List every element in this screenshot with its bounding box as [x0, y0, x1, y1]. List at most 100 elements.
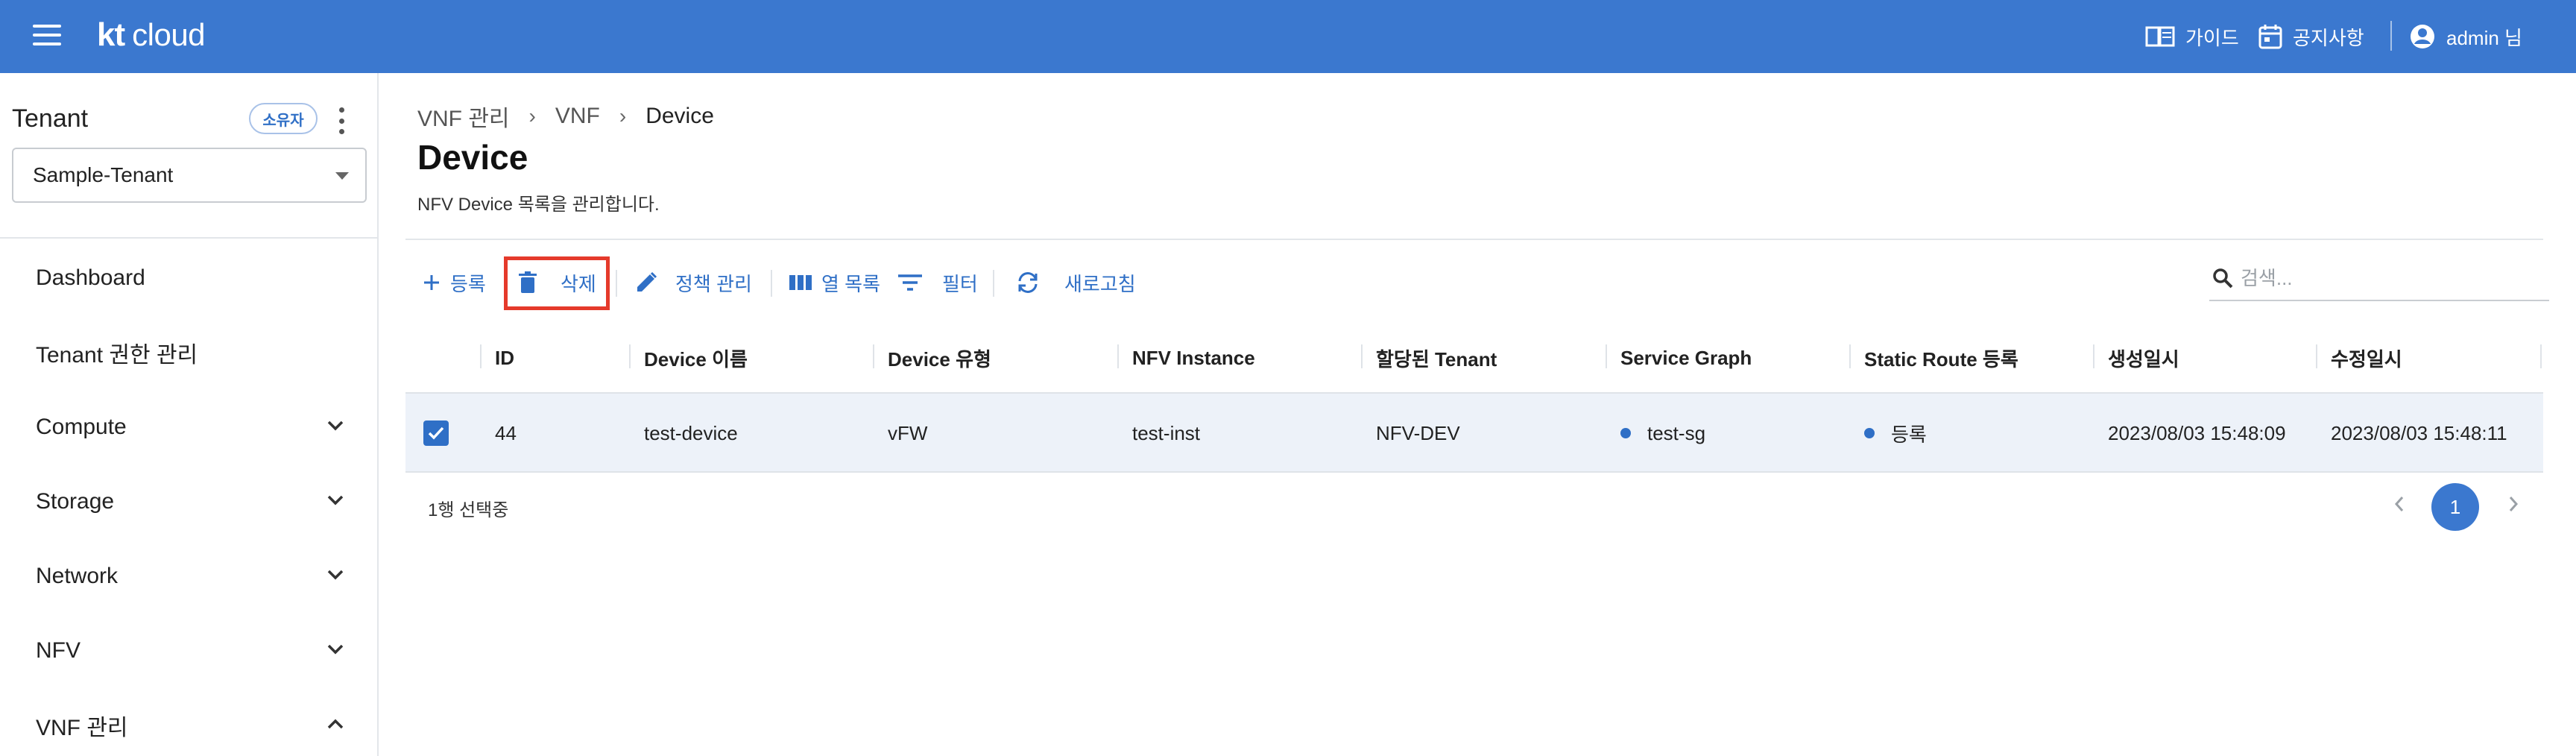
cell-device-type: vFW — [888, 421, 928, 444]
pencil-icon — [637, 271, 657, 292]
guide-link[interactable]: 가이드 — [2145, 21, 2239, 52]
cell-modified: 2023/08/03 15:48:11 — [2331, 421, 2507, 444]
sidebar-item-tenant-permission[interactable]: Tenant 권한 관리 — [36, 330, 349, 375]
filter-button[interactable]: 필터 — [897, 262, 978, 303]
content-divider — [405, 239, 2543, 240]
sidebar-item-nfv[interactable]: NFV — [36, 629, 349, 673]
cell-static-route: 등록 — [1864, 394, 1927, 473]
table-row[interactable]: 44 test-device vFW test-inst NFV-DEV tes… — [405, 394, 2543, 473]
column-header-created[interactable]: 생성일시 — [2108, 322, 2179, 394]
column-header-modified[interactable]: 수정일시 — [2331, 322, 2402, 394]
add-button[interactable]: 등록 — [422, 262, 486, 303]
column-separator — [629, 344, 631, 368]
calendar-icon — [2258, 25, 2282, 49]
filter-label: 필터 — [942, 272, 978, 295]
service-graph-value: test-sg — [1647, 421, 1706, 444]
column-separator — [1849, 344, 1851, 368]
sidebar-item-vnf-management[interactable]: VNF 관리 — [36, 703, 349, 748]
logo-kt-text: kt — [97, 16, 125, 53]
main-content: VNF 관리 › VNF › Device Device NFV Device … — [380, 73, 2576, 756]
selection-count: 1행 선택중 — [428, 500, 509, 520]
logo-cloud-text: cloud — [132, 17, 206, 52]
more-vert-icon[interactable] — [334, 107, 349, 134]
device-table: ID Device 이름 Device 유형 NFV Instance 할당된 … — [405, 322, 2543, 473]
columns-button[interactable]: 열 목록 — [789, 262, 880, 303]
refresh-button[interactable]: 새로고침 — [1015, 262, 1136, 303]
prev-page-button[interactable] — [2389, 491, 2410, 517]
top-header: kt cloud 가이드 공지사항 admin 님 — [0, 0, 2576, 73]
notice-link[interactable]: 공지사항 — [2258, 21, 2364, 52]
owner-badge: 소유자 — [249, 103, 318, 134]
chevron-down-icon — [327, 420, 344, 431]
status-dot — [1864, 428, 1875, 438]
sidebar-item-label: Compute — [36, 415, 127, 439]
cell-created: 2023/08/03 15:48:09 — [2108, 421, 2286, 444]
sidebar-divider — [0, 237, 377, 239]
view-column-icon — [789, 275, 812, 290]
chevron-right-icon — [2509, 497, 2519, 511]
notice-label: 공지사항 — [2293, 26, 2364, 49]
tenant-select-value: Sample-Tenant — [33, 163, 174, 186]
sidebar-item-compute[interactable]: Compute — [36, 405, 349, 450]
dropdown-caret-icon — [335, 172, 349, 180]
column-separator — [1606, 344, 1607, 368]
header-divider — [2390, 21, 2392, 51]
column-header-static-route[interactable]: Static Route 등록 — [1864, 322, 2018, 394]
kt-cloud-logo[interactable]: kt cloud — [97, 16, 206, 54]
column-separator — [873, 344, 874, 368]
breadcrumb-item-device: Device — [645, 104, 714, 128]
cell-nfv-instance: test-inst — [1132, 421, 1201, 444]
refresh-label: 새로고침 — [1064, 272, 1136, 295]
search-box — [2209, 256, 2549, 301]
column-header-id[interactable]: ID — [495, 322, 514, 394]
user-label: admin 님 — [2446, 26, 2522, 49]
column-separator — [2316, 344, 2317, 368]
cell-service-graph: test-sg — [1620, 394, 1705, 473]
policy-management-button[interactable]: 정책 관리 — [635, 262, 752, 303]
toolbar-divider — [771, 270, 772, 297]
user-menu[interactable]: admin 님 — [2409, 21, 2522, 52]
breadcrumb: VNF 관리 › VNF › Device — [417, 100, 714, 133]
chevron-down-icon — [327, 495, 344, 505]
sidebar-item-network[interactable]: Network — [36, 554, 349, 599]
cell-tenant: NFV-DEV — [1376, 421, 1460, 444]
breadcrumb-item-vnf[interactable]: VNF — [555, 104, 600, 129]
column-header-service-graph[interactable]: Service Graph — [1620, 322, 1752, 394]
column-header-nfv-instance[interactable]: NFV Instance — [1132, 322, 1255, 394]
search-input[interactable] — [2241, 266, 2524, 290]
page-description: NFV Device 목록을 관리합니다. — [417, 195, 660, 215]
column-header-device-type[interactable]: Device 유형 — [888, 322, 991, 394]
chevron-down-icon — [327, 570, 344, 580]
sidebar-item-label: Network — [36, 564, 119, 588]
sidebar-item-label: NFV — [36, 638, 80, 663]
plus-icon — [424, 275, 439, 290]
chevron-up-icon — [327, 719, 344, 729]
delete-button-highlight — [504, 256, 610, 310]
column-separator — [2540, 344, 2542, 368]
next-page-button[interactable] — [2503, 491, 2524, 517]
row-checkbox[interactable] — [423, 420, 449, 446]
guide-label: 가이드 — [2185, 26, 2239, 49]
column-separator — [1117, 344, 1119, 368]
filter-icon — [898, 274, 922, 291]
table-header: ID Device 이름 Device 유형 NFV Instance 할당된 … — [405, 322, 2543, 394]
sidebar-item-storage[interactable]: Storage — [36, 479, 349, 524]
columns-label: 열 목록 — [821, 272, 880, 295]
page-1-button[interactable]: 1 — [2431, 483, 2479, 531]
column-header-device-name[interactable]: Device 이름 — [644, 322, 748, 394]
sidebar-item-label: Storage — [36, 489, 115, 514]
column-header-tenant[interactable]: 할당된 Tenant — [1376, 322, 1497, 394]
tenant-title: Tenant — [12, 104, 89, 133]
sidebar-item-label: Tenant 권한 관리 — [36, 343, 198, 368]
page-title: Device — [417, 138, 528, 177]
breadcrumb-chevron-icon: › — [528, 104, 536, 127]
column-separator — [480, 344, 482, 368]
tenant-select[interactable]: Sample-Tenant — [12, 148, 367, 203]
column-separator — [2093, 344, 2094, 368]
sidebar-item-dashboard[interactable]: Dashboard — [36, 256, 349, 300]
toolbar-divider — [993, 270, 994, 297]
refresh-icon — [1018, 272, 1038, 293]
status-dot — [1620, 428, 1631, 438]
menu-icon[interactable] — [33, 25, 61, 48]
breadcrumb-item-vnf-management[interactable]: VNF 관리 — [417, 100, 510, 133]
